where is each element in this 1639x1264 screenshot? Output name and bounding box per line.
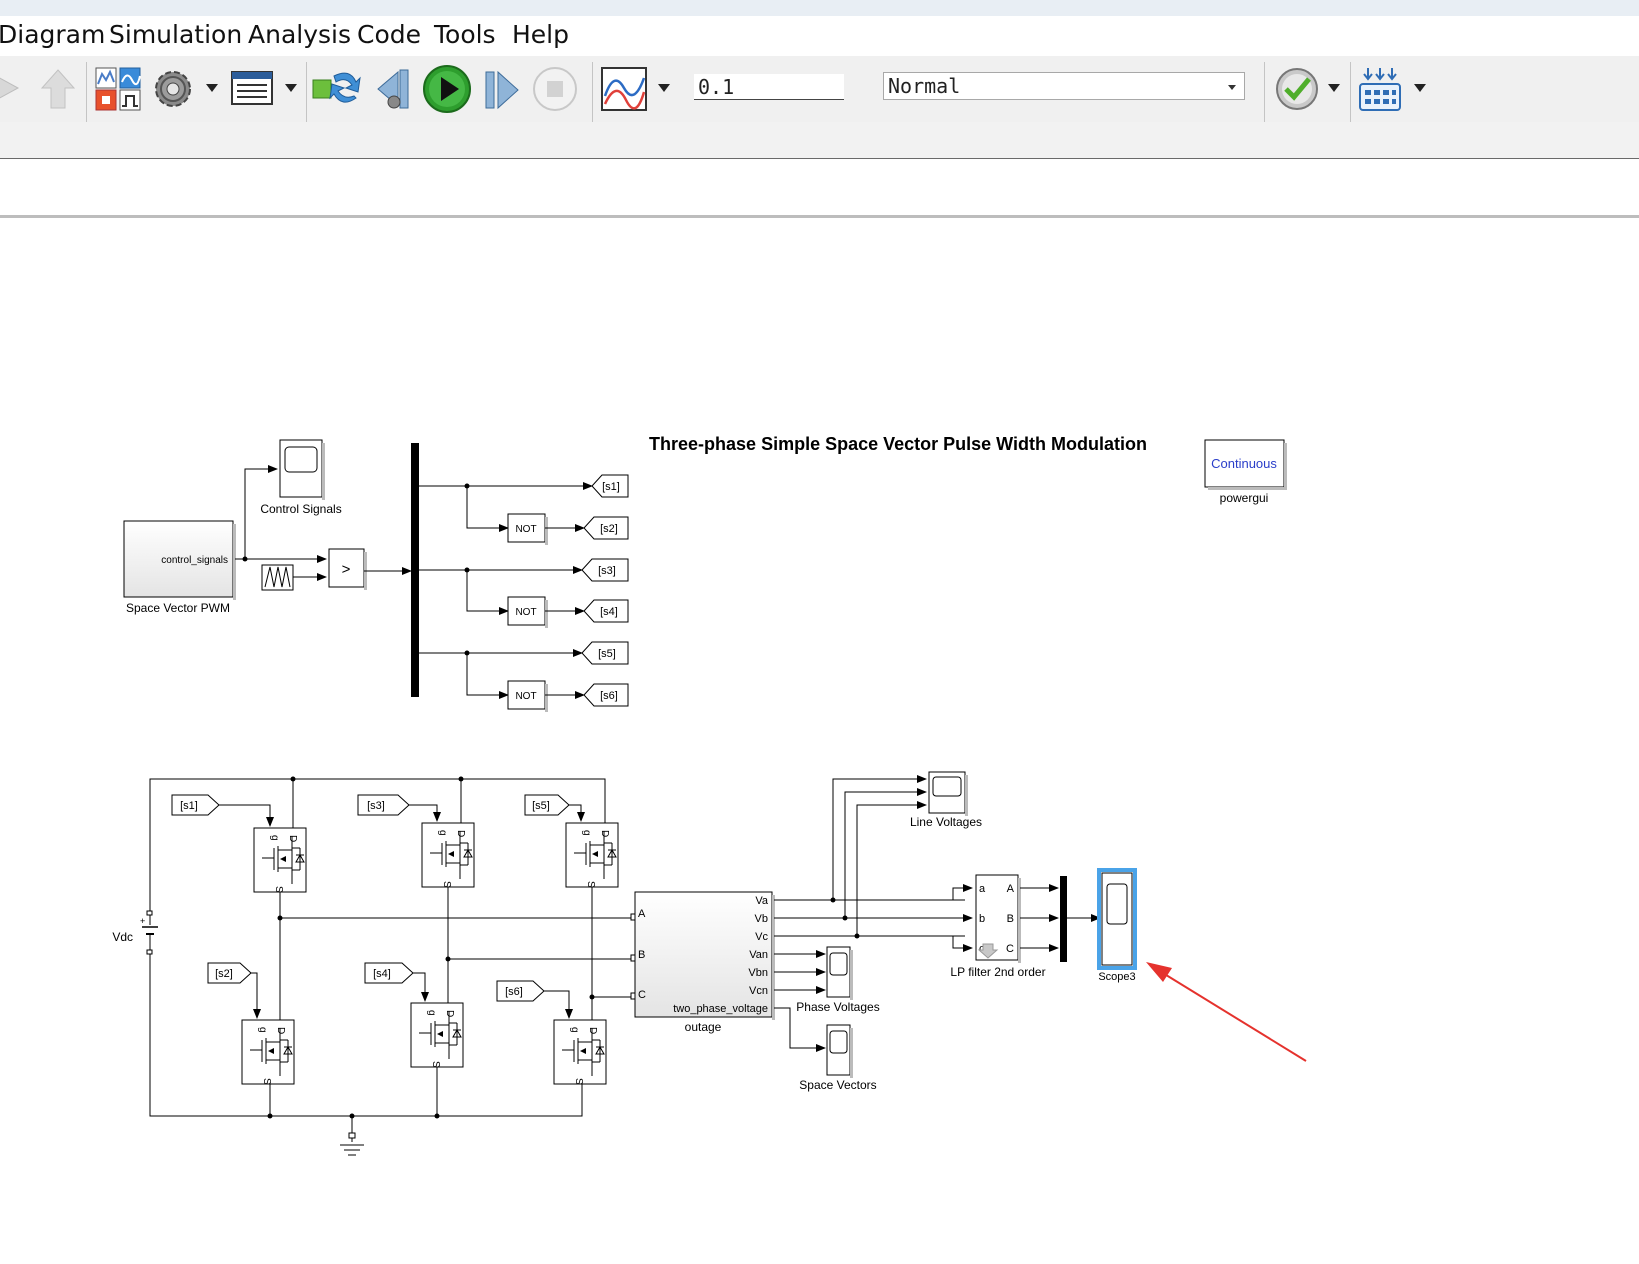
scope3-label: Scope3 — [1098, 971, 1135, 983]
demux-block[interactable] — [411, 443, 419, 697]
toolbar: Normal — [0, 56, 1639, 124]
pin-label-s5-drain: D — [599, 830, 610, 837]
meas-out-2ph: two_phase_voltage — [673, 1003, 768, 1015]
meas-out-va: Va — [755, 895, 769, 907]
measurement-label: outage — [685, 1020, 722, 1034]
pin-label-s6-source: S — [573, 1078, 584, 1085]
control-signals-label: Control Signals — [260, 502, 341, 516]
goto-s6-label: [s6] — [600, 690, 618, 702]
simulation-mode-select[interactable]: Normal — [883, 72, 1245, 100]
pin-label-s2-source: S — [261, 1078, 272, 1085]
filter-out-c: C — [1006, 943, 1014, 955]
menu-bar: Diagram Simulation Analysis Code Tools H… — [0, 16, 1639, 56]
vdc-label: Vdc — [112, 930, 133, 944]
meas-out-vcn: Vcn — [749, 985, 768, 997]
goto-s4-label: [s4] — [600, 606, 618, 618]
meas-in-a: A — [638, 908, 646, 920]
model-settings-icon[interactable] — [150, 66, 196, 112]
not-label-2: NOT — [515, 607, 536, 618]
phase-voltages-label: Phase Voltages — [796, 1000, 879, 1014]
stop-icon[interactable] — [532, 66, 578, 112]
filter-out-b: B — [1007, 913, 1014, 925]
goto-s5-label: [s5] — [598, 648, 616, 660]
from-s5-label: [s5] — [532, 800, 550, 812]
pin-label-s1-drain: D — [287, 835, 298, 842]
lp-filter-label: LP filter 2nd order — [950, 965, 1045, 979]
breadcrumb-bar — [0, 163, 1639, 218]
menu-analysis[interactable]: Analysis — [248, 20, 351, 49]
model-advisor-icon[interactable] — [1274, 66, 1320, 112]
pin-label-s2-drain: D — [275, 1027, 286, 1034]
run-icon[interactable] — [422, 64, 472, 114]
meas-out-vc: Vc — [755, 931, 768, 943]
menu-help[interactable]: Help — [512, 20, 569, 49]
model-title: Three-phase Simple Space Vector Pulse Wi… — [649, 434, 1147, 454]
pin-label-s4-gate: g — [426, 1010, 437, 1016]
not-label-1: NOT — [515, 524, 536, 535]
mux-block[interactable] — [1060, 876, 1067, 962]
menu-diagram[interactable]: Diagram — [0, 20, 105, 49]
filter-out-a: A — [1007, 883, 1015, 895]
forward-arrow-icon[interactable] — [0, 68, 24, 108]
pin-label-s4-source: S — [430, 1061, 441, 1068]
pin-label-s6-drain: D — [587, 1027, 598, 1034]
goto-s2-label: [s2] — [600, 523, 618, 535]
from-s4-label: [s4] — [373, 968, 391, 980]
pwm-port-label: control_signals — [161, 555, 228, 566]
stop-time-input[interactable] — [694, 74, 844, 100]
pin-label-s3-gate: g — [437, 830, 448, 836]
data-inspector-icon[interactable] — [600, 66, 648, 112]
up-arrow-icon[interactable] — [38, 68, 78, 112]
pwm-label: Space Vector PWM — [126, 601, 230, 615]
window-title-strip — [0, 0, 1639, 16]
goto-s3-label: [s3] — [598, 565, 616, 577]
pin-label-s6-gate: g — [569, 1027, 580, 1033]
goto-s1-label: [s1] — [602, 481, 620, 493]
svg-text:+: + — [140, 916, 145, 926]
pin-label-s1-gate: g — [269, 835, 280, 841]
meas-out-vbn: Vbn — [748, 967, 768, 979]
line-voltages-label: Line Voltages — [910, 815, 982, 829]
filter-in-a: a — [979, 883, 986, 895]
annotation-arrow — [1146, 962, 1307, 1062]
explorer-bar — [0, 122, 1639, 159]
pin-label-s3-source: S — [441, 881, 452, 888]
pin-label-s5-gate: g — [581, 830, 592, 836]
from-s3-label: [s3] — [367, 800, 385, 812]
from-s1-label: [s1] — [180, 800, 198, 812]
meas-in-b: B — [638, 949, 645, 961]
menu-simulation[interactable]: Simulation — [109, 20, 242, 49]
from-s2-label: [s2] — [215, 968, 233, 980]
pin-label-s2-gate: g — [257, 1027, 268, 1033]
meas-out-van: Van — [749, 949, 768, 961]
pin-label-s4-drain: D — [444, 1010, 455, 1017]
menu-code[interactable]: Code — [357, 20, 421, 49]
space-vectors-label: Space Vectors — [799, 1078, 876, 1092]
library-browser-icon[interactable] — [94, 66, 142, 112]
pin-label-s5-source: S — [585, 881, 596, 888]
simulation-mode-value: Normal — [888, 74, 961, 98]
menu-tools[interactable]: Tools — [434, 20, 496, 49]
powergui-mode: Continuous — [1211, 456, 1277, 471]
meas-in-c: C — [638, 989, 646, 1001]
step-forward-icon[interactable] — [482, 68, 522, 110]
from-s6-label: [s6] — [505, 986, 523, 998]
chevron-down-icon — [1228, 85, 1236, 90]
relational-operator-symbol: > — [342, 561, 351, 578]
filter-in-b: b — [979, 913, 985, 925]
pin-label-s3-drain: D — [455, 830, 466, 837]
powergui-label: powergui — [1220, 491, 1269, 505]
meas-out-vb: Vb — [755, 913, 768, 925]
not-label-3: NOT — [515, 691, 536, 702]
model-explorer-icon[interactable] — [230, 68, 274, 108]
update-diagram-icon[interactable] — [312, 68, 362, 110]
build-icon[interactable] — [1358, 66, 1402, 112]
pin-label-s1-source: S — [273, 886, 284, 893]
step-back-icon[interactable] — [374, 66, 418, 112]
model-canvas: Three-phase Simple Space Vector Pulse Wi… — [0, 218, 1639, 1259]
